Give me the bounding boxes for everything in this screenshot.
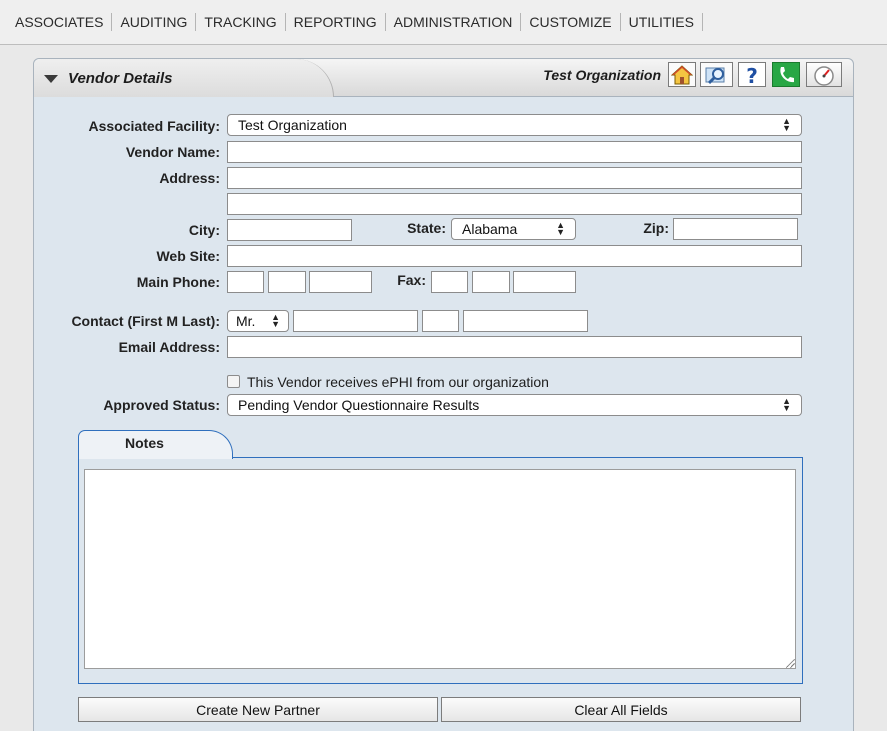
city-label: City: (188, 222, 220, 238)
ephi-checkbox[interactable] (227, 375, 240, 388)
select-arrows-icon: ▲ ▼ (271, 312, 280, 329)
select-arrows-icon: ▲ ▼ (782, 396, 791, 413)
address-line2-input[interactable] (227, 193, 802, 215)
ephi-checkbox-label: This Vendor receives ePHI from our organ… (247, 374, 549, 390)
main-phone-label: Main Phone: (136, 274, 220, 290)
create-new-partner-button[interactable]: Create New Partner (78, 697, 438, 722)
website-label: Web Site: (156, 248, 220, 264)
collapse-caret-icon[interactable] (44, 75, 58, 83)
select-arrows-icon: ▲ ▼ (556, 220, 565, 237)
clear-all-fields-button[interactable]: Clear All Fields (441, 697, 801, 722)
svg-text:?: ? (746, 64, 758, 86)
nav-utilities[interactable]: UTILITIES (621, 13, 703, 31)
approved-status-label: Approved Status: (103, 397, 220, 413)
website-input[interactable] (227, 245, 802, 267)
facility-select-value: Test Organization (238, 117, 347, 133)
fax-line-input[interactable] (513, 271, 576, 293)
fax-label: Fax: (397, 272, 426, 288)
tab-notes-label: Notes (125, 435, 164, 451)
notes-textarea[interactable] (84, 469, 796, 669)
main-phone-line-input[interactable] (309, 271, 372, 293)
main-phone-prefix-input[interactable] (268, 271, 306, 293)
phone-icon[interactable] (772, 62, 800, 87)
select-arrows-icon: ▲ ▼ (782, 116, 791, 133)
nav-auditing[interactable]: AUDITING (112, 13, 197, 31)
state-select-value: Alabama (462, 221, 518, 237)
approved-status-select-value: Pending Vendor Questionnaire Results (238, 397, 480, 413)
nav-reporting[interactable]: REPORTING (286, 13, 386, 31)
contact-label: Contact (First M Last): (71, 313, 220, 329)
help-icon[interactable]: ? (738, 62, 766, 87)
vendor-name-label: Vendor Name: (125, 144, 220, 160)
approved-status-select[interactable]: Pending Vendor Questionnaire Results ▲ ▼ (227, 394, 802, 416)
home-icon[interactable] (668, 62, 696, 87)
contact-middle-initial-input[interactable] (422, 310, 459, 332)
state-select[interactable]: Alabama ▲ ▼ (451, 218, 576, 240)
fax-area-input[interactable] (431, 271, 468, 293)
panel-header: Vendor Details Test Organization ? (34, 59, 853, 97)
nav-administration[interactable]: ADMINISTRATION (386, 13, 522, 31)
top-navigation: ASSOCIATES AUDITING TRACKING REPORTING A… (0, 0, 887, 45)
vendor-name-input[interactable] (227, 141, 802, 163)
search-icon[interactable] (700, 62, 733, 87)
resize-grip-icon[interactable] (786, 659, 795, 668)
email-input[interactable] (227, 336, 802, 358)
city-input[interactable] (227, 219, 352, 241)
contact-last-name-input[interactable] (463, 310, 588, 332)
zip-label: Zip: (643, 220, 669, 236)
address-line1-input[interactable] (227, 167, 802, 189)
salutation-select-value: Mr. (236, 313, 256, 329)
state-label: State: (407, 220, 446, 236)
address-label: Address: (159, 170, 220, 186)
organization-name: Test Organization (543, 67, 661, 83)
email-label: Email Address: (118, 339, 220, 355)
fax-prefix-input[interactable] (472, 271, 510, 293)
nav-tracking[interactable]: TRACKING (196, 13, 286, 31)
facility-label: Associated Facility: (88, 118, 221, 134)
panel-title: Vendor Details (68, 70, 173, 87)
main-phone-area-input[interactable] (227, 271, 264, 293)
facility-select[interactable]: Test Organization ▲ ▼ (227, 114, 802, 136)
nav-customize[interactable]: CUSTOMIZE (521, 13, 621, 31)
nav-associates[interactable]: ASSOCIATES (7, 13, 113, 31)
zip-input[interactable] (673, 218, 798, 240)
dashboard-icon[interactable] (806, 62, 842, 87)
contact-first-name-input[interactable] (293, 310, 418, 332)
salutation-select[interactable]: Mr. ▲ ▼ (227, 310, 289, 332)
